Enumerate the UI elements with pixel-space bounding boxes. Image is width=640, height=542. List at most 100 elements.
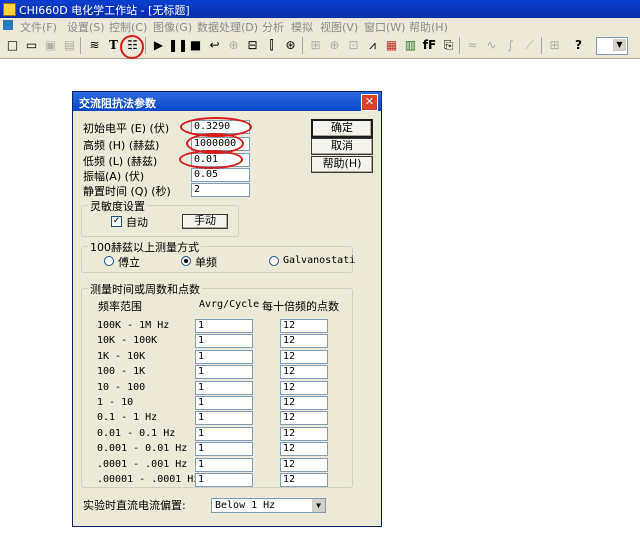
init-e-input[interactable]: 0.3290 [191,120,250,134]
menubar: 文件(F) 设置(S) 控制(C) 图像(G) 数据处理(D) 分析 模拟 视图… [0,18,640,34]
amplitude-label: 振幅(A) (伏) [83,170,145,183]
calculator-icon[interactable]: ⊞ [546,37,563,53]
mode-single-label: 单频 [195,256,217,269]
freq-range-label: 1K - 10K [97,351,146,362]
mode-radio-single[interactable] [181,256,191,266]
toolbar: □ ▭ ▣ ▤ ≋ T ☷ ▶ ❚❚ ■ ↩ ⊕ ⊟ ⫿ ⊛ ⊞ ⊕ ⊡ ⩘ ▦… [0,33,640,59]
bar-color-icon[interactable]: ▥ [402,37,419,53]
avrg-cycle-input[interactable]: 1 [195,365,253,379]
high-freq-label: 高频 (H) (赫兹) [83,139,160,152]
points-per-decade-input[interactable]: 12 [280,381,328,395]
ok-button[interactable]: 确定 [311,119,373,138]
points-per-decade-input[interactable]: 12 [280,458,328,472]
integrate-icon[interactable]: ∫ [502,37,519,53]
parameters-icon[interactable]: ☷ [124,37,141,53]
run-icon[interactable]: ▶ [150,37,167,53]
mode-fourier-label: 傅立 [118,256,140,269]
points-per-decade-input[interactable]: 12 [280,334,328,348]
init-e-label: 初始电平 (E) (伏) [83,122,170,135]
zoom-icon[interactable]: ⊕ [326,37,343,53]
auto-label: 自动 [126,216,148,229]
mode-radio-galvanostatic[interactable] [269,256,279,266]
derivative-icon[interactable]: ∿ [483,37,500,53]
app-icon [3,3,16,16]
pause-icon[interactable]: ❚❚ [168,37,188,53]
avrg-cycle-input[interactable]: 1 [195,334,253,348]
avrg-cycle-header: Avrg/Cycle [199,299,260,310]
amplitude-input[interactable]: 0.05 [191,168,250,182]
dc-bias-label: 实验时直流电流偏置: [83,499,186,512]
impedance-dialog: 交流阻抗法参数 ✕ 初始电平 (E) (伏) 0.3290 高频 (H) (赫兹… [72,91,382,527]
convolution-icon[interactable]: ⟋ [521,37,538,53]
avrg-cycle-input[interactable]: 1 [195,442,253,456]
points-per-decade-input[interactable]: 12 [280,442,328,456]
points-per-decade-input[interactable]: 12 [280,427,328,441]
freq-range-label: 10 - 100 [97,382,146,393]
smooth-icon[interactable]: ≈ [464,37,481,53]
window-title: CHI660D 电化学工作站 - [无标题] [19,4,190,17]
mode-group: 100赫兹以上测量方式 傅立 单频 Galvanostati [81,239,356,273]
help-button[interactable]: 帮助(H) [311,156,373,173]
color-icon[interactable]: ▦ [383,37,400,53]
cancel-button[interactable]: 取消 [311,138,373,155]
new-icon[interactable]: □ [4,37,21,53]
low-freq-label: 低频 (L) (赫兹) [83,155,158,168]
quiet-time-label: 静置时间 (Q) (秒) [83,185,171,198]
points-per-decade-input[interactable]: 12 [280,396,328,410]
avrg-cycle-input[interactable]: 1 [195,411,253,425]
avrg-cycle-input[interactable]: 1 [195,427,253,441]
document-icon[interactable] [3,20,13,30]
low-freq-input[interactable]: 0.01 [191,153,250,167]
technique-icon[interactable]: ≋ [86,37,103,53]
peak-icon[interactable]: ⩘ [364,37,381,53]
points-per-decade-input[interactable]: 12 [280,365,328,379]
points-per-decade-input[interactable]: 12 [280,319,328,333]
copy-icon[interactable]: ⎘ [440,37,457,53]
avrg-cycle-input[interactable]: 1 [195,473,253,487]
help-icon[interactable]: ? [570,37,587,53]
chevron-down-icon: ▼ [613,39,626,51]
freq-range-label: 10K - 100K [97,335,158,346]
toolbar-combo[interactable]: ▼ [596,37,628,55]
quiet-time-input[interactable]: 2 [191,183,250,197]
auto-checkbox[interactable]: ✓ [111,216,122,227]
freq-range-label: 0.01 - 0.1 Hz [97,428,176,439]
freq-range-label: .00001 - .0001 Hz [97,474,200,485]
print-icon[interactable]: ▤ [61,37,78,53]
avrg-cycle-input[interactable]: 1 [195,381,253,395]
freq-range-label: 100 - 1K [97,366,146,377]
mode-title: 100赫兹以上测量方式 [88,239,201,255]
reverse-icon[interactable]: ↩ [206,37,223,53]
high-freq-input[interactable]: 1000000 [191,137,250,151]
sensitivity-group: 灵敏度设置 ✓ 自动 手动 [81,198,239,237]
manual-results-icon[interactable]: ⊡ [345,37,362,53]
mode-radio-fourier[interactable] [104,256,114,266]
close-icon[interactable]: ✕ [361,94,378,111]
points-per-decade-input[interactable]: 12 [280,411,328,425]
stop-icon[interactable]: ■ [187,37,204,53]
dialog-titlebar: 交流阻抗法参数 ✕ [73,92,381,111]
filter-icon[interactable]: ⊟ [244,37,261,53]
cell-icon[interactable]: ⫿ [263,37,280,53]
dc-bias-select[interactable]: Below 1 Hz ▼ [211,498,326,513]
points-per-decade-input[interactable]: 12 [280,350,328,364]
avrg-cycle-input[interactable]: 1 [195,396,253,410]
mode-galvanostatic-label: Galvanostati [283,255,356,266]
points-per-decade-input[interactable]: 12 [280,473,328,487]
font-icon[interactable]: fF [421,37,438,53]
timer-icon[interactable]: ⊛ [282,37,299,53]
avrg-cycle-input[interactable]: 1 [195,319,253,333]
manual-button[interactable]: 手动 [182,214,228,229]
avrg-cycle-input[interactable]: 1 [195,458,253,472]
ir-comp-icon[interactable]: ⊕ [225,37,242,53]
save-icon[interactable]: ▣ [42,37,59,53]
freq-range-label: 0.1 - 1 Hz [97,412,158,423]
chevron-down-icon: ▼ [312,499,325,512]
freq-range-label: 1 - 10 [97,397,134,408]
text-icon[interactable]: T [105,37,122,53]
freq-range-header: 频率范围 [98,300,142,313]
open-icon[interactable]: ▭ [23,37,40,53]
graph-icon[interactable]: ⊞ [307,37,324,53]
avrg-cycle-input[interactable]: 1 [195,350,253,364]
sensitivity-title: 灵敏度设置 [88,198,147,214]
